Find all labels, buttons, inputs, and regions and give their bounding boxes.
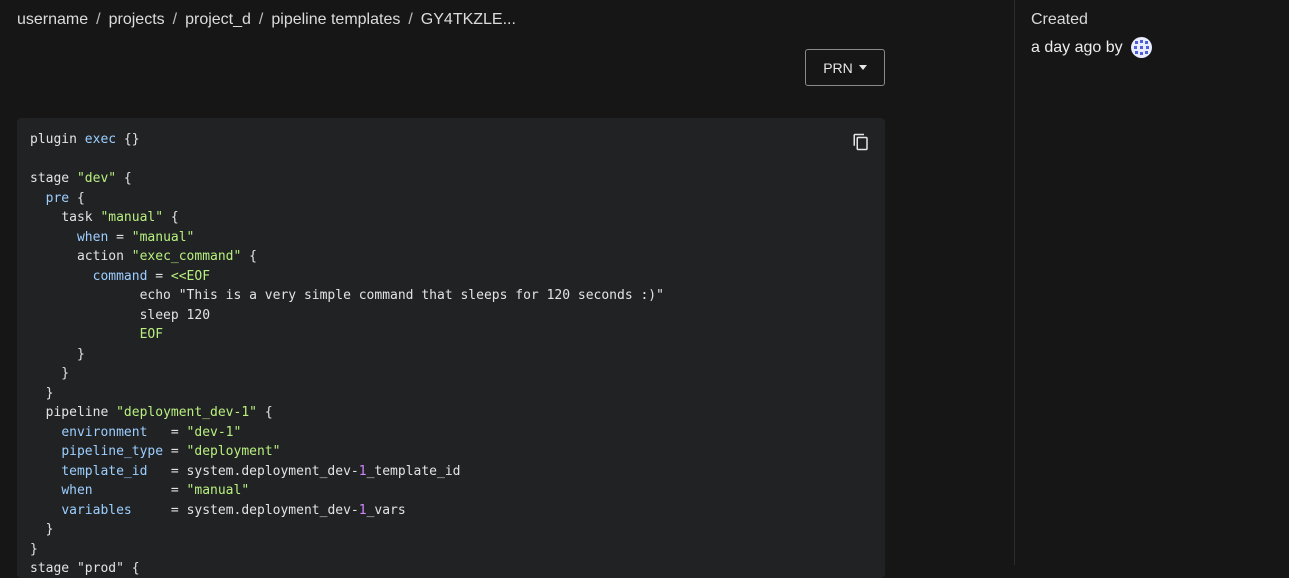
- sidebar-divider: [1014, 0, 1015, 565]
- breadcrumb: username / projects / project_d / pipeline tem…: [17, 11, 516, 29]
- caret-down-icon: [858, 65, 867, 70]
- breadcrumb-separator: /: [408, 11, 413, 28]
- breadcrumb-separator: /: [258, 11, 264, 28]
- copy-icon[interactable]: [852, 133, 870, 151]
- prn-dropdown-button[interactable]: PRN: [805, 49, 885, 86]
- breadcrumb-current-template: GY4TKZLE...: [420, 11, 516, 28]
- breadcrumb-projects[interactable]: projects: [109, 11, 165, 28]
- code-block: plugin exec {} stage "dev" { pre { task …: [17, 118, 885, 578]
- prn-label: PRN: [823, 59, 853, 76]
- details-sidebar: Created a day ago by: [1031, 11, 1152, 58]
- created-value: a day ago by: [1031, 37, 1152, 58]
- avatar-identicon[interactable]: [1130, 37, 1152, 58]
- breadcrumb-pipeline-templates[interactable]: pipeline templates: [271, 11, 400, 28]
- created-text: a day ago by: [1031, 38, 1123, 56]
- breadcrumb-separator: /: [172, 11, 178, 28]
- breadcrumb-separator: /: [96, 11, 101, 28]
- main-panel: username / projects / project_d / pipeline tem…: [0, 0, 1014, 578]
- breadcrumb-username[interactable]: username: [17, 11, 88, 28]
- created-label: Created: [1031, 11, 1088, 28]
- breadcrumb-project[interactable]: project_d: [185, 11, 251, 28]
- template-code: plugin exec {} stage "dev" { pre { task …: [30, 132, 664, 576]
